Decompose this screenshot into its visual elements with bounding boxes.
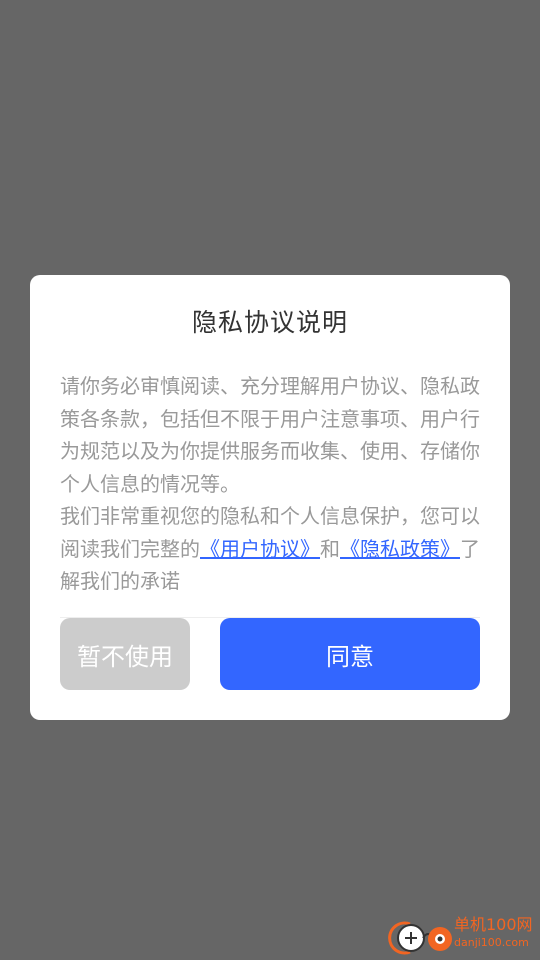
privacy-paragraph-1: 请你务必审慎阅读、充分理解用户协议、隐私政策各条款，包括但不限于用户注意事项、用… (60, 374, 480, 496)
agree-button[interactable]: 同意 (220, 618, 480, 690)
decline-button[interactable]: 暂不使用 (60, 618, 190, 690)
watermark-logo-icon (388, 921, 452, 955)
privacy-policy-link[interactable]: 《隐私政策》 (340, 537, 460, 561)
dialog-body: 请你务必审慎阅读、充分理解用户协议、隐私政策各条款，包括但不限于用户注意事项、用… (60, 370, 480, 598)
privacy-paragraph-2: 我们非常重视您的隐私和个人信息保护，您可以阅读我们完整的《用户协议》和《隐私政策… (60, 500, 480, 598)
watermark-name: 单机100网 (454, 915, 533, 934)
watermark-url: danji100.com (454, 936, 529, 949)
watermark: 单机100网 danji100.com (388, 914, 538, 958)
and-text: 和 (320, 536, 340, 561)
dialog-title: 隐私协议说明 (191, 308, 348, 337)
privacy-dialog: 隐私协议说明 请你务必审慎阅读、充分理解用户协议、隐私政策各条款，包括但不限于用… (30, 275, 510, 720)
user-agreement-link[interactable]: 《用户协议》 (200, 537, 320, 561)
screen: 隐私协议说明 请你务必审慎阅读、充分理解用户协议、隐私政策各条款，包括但不限于用… (0, 0, 540, 960)
watermark-text: 单机100网 danji100.com (454, 914, 538, 950)
